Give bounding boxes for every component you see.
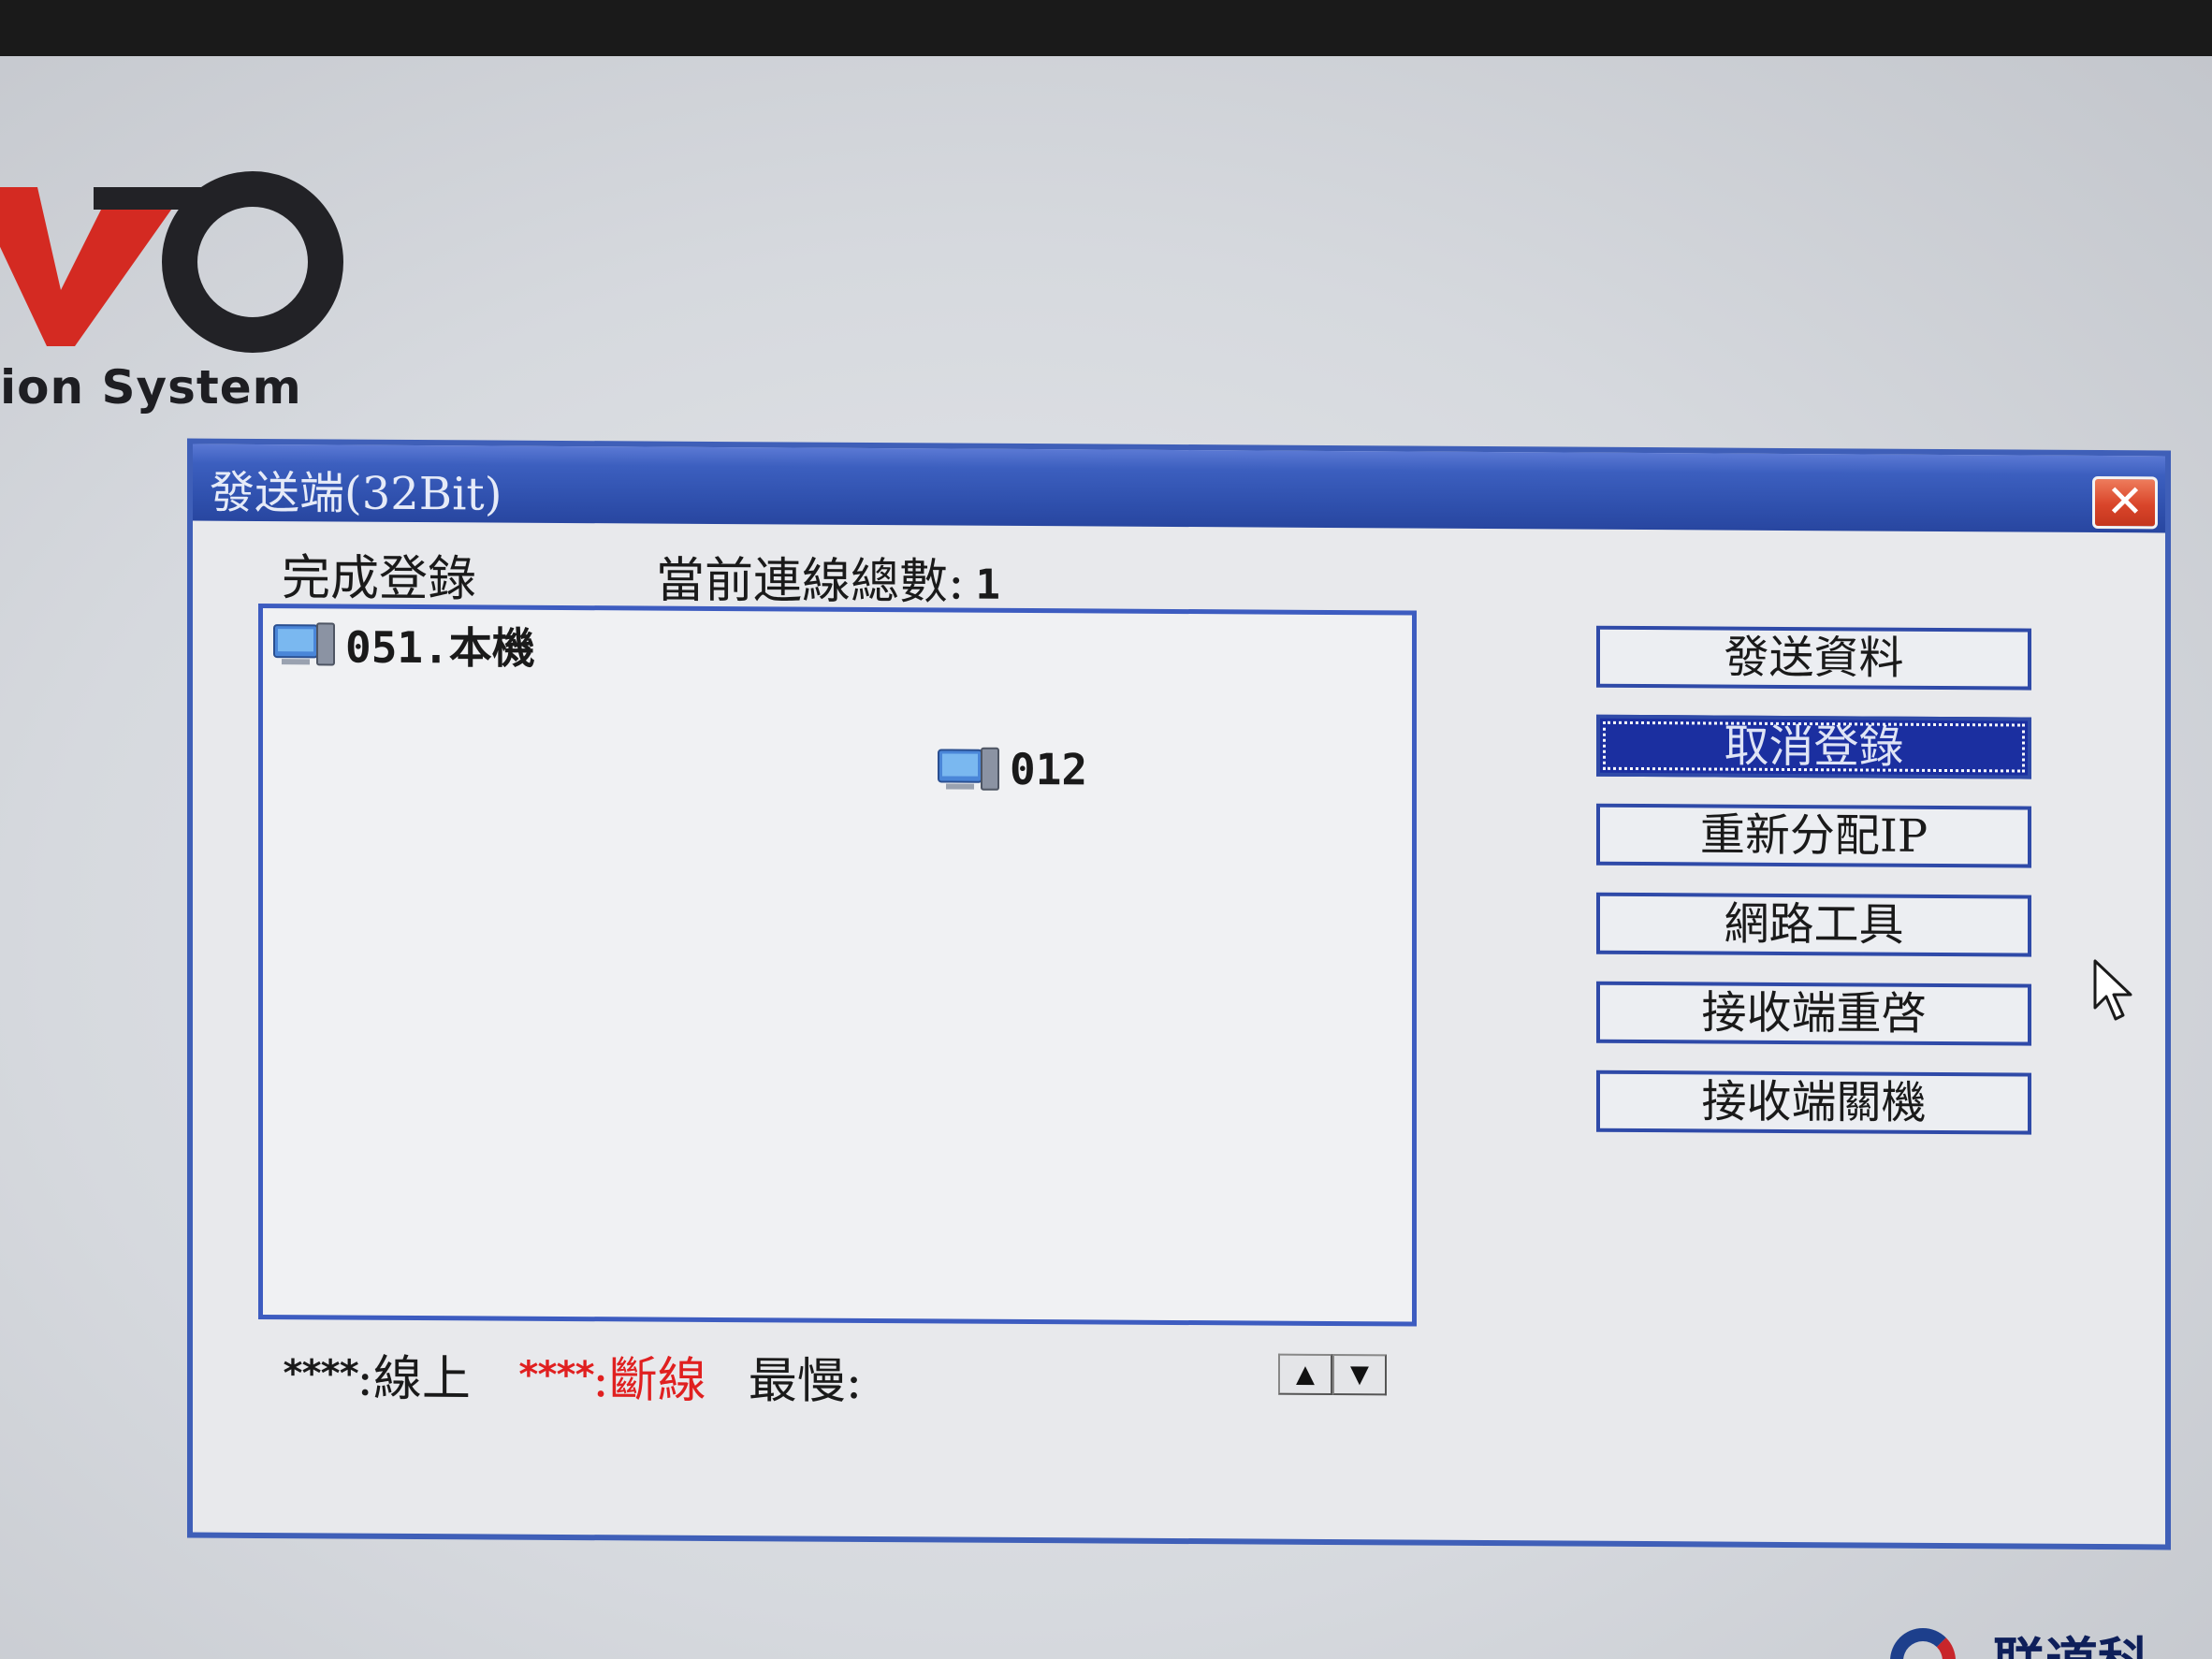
- spinner-up-button[interactable]: ▲: [1278, 1353, 1332, 1396]
- offline-label: :斷線: [592, 1352, 706, 1409]
- bottom-brand-logo: 联道科: [1881, 1609, 2212, 1659]
- computer-icon: [273, 622, 335, 666]
- desktop-background: ion System 联道科 發送端(32Bit) ✕ 完成登錄 當前連線總數:…: [0, 56, 2212, 1659]
- send-data-button[interactable]: 發送資料: [1596, 625, 2031, 691]
- close-button[interactable]: ✕: [2092, 475, 2158, 530]
- client-item[interactable]: 051.本機: [272, 613, 535, 677]
- connection-count-label: 當前連線總數:: [656, 552, 965, 611]
- network-tools-button[interactable]: 網路工具: [1596, 892, 2031, 957]
- online-label: :線上: [357, 1350, 471, 1408]
- reassign-ip-button[interactable]: 重新分配IP: [1596, 803, 2031, 868]
- spinner-down-button[interactable]: ▼: [1332, 1354, 1387, 1396]
- title-bar[interactable]: 發送端(32Bit) ✕: [193, 444, 2165, 533]
- window-title: 發送端(32Bit): [210, 466, 502, 521]
- bottom-brand-mark-icon: [1890, 1628, 1956, 1659]
- cancel-login-button[interactable]: 取消登錄: [1596, 714, 2031, 779]
- online-marker: ****: [282, 1351, 357, 1396]
- speed-spinner: ▲ ▼: [1278, 1353, 1387, 1396]
- sender-window: 發送端(32Bit) ✕ 完成登錄 當前連線總數: 1 051.本機 012 發…: [187, 438, 2171, 1550]
- action-buttons: 發送資料 取消登錄 重新分配IP 網路工具 接收端重啓 接收端關機: [1596, 625, 2036, 1162]
- brand-logo-icon: [0, 171, 343, 353]
- connection-count: 當前連線總數: 1: [656, 541, 1000, 613]
- status-legend: **** :線上 **** :斷線 最慢:: [282, 1338, 862, 1412]
- client-label: 051.本機: [345, 621, 535, 674]
- computer-icon: [938, 747, 999, 791]
- slowest-label: 最慢:: [748, 1353, 863, 1410]
- mouse-cursor-icon: [2093, 959, 2132, 1021]
- client-item[interactable]: 012: [937, 743, 1087, 794]
- brand-logo-text: ion System: [0, 360, 302, 415]
- client-label: 012: [1010, 743, 1088, 795]
- client-list[interactable]: 051.本機 012: [258, 603, 1417, 1327]
- shutdown-receivers-button[interactable]: 接收端關機: [1596, 1070, 2031, 1135]
- offline-marker: ****: [517, 1353, 593, 1397]
- connection-count-value: 1: [975, 560, 1001, 609]
- login-status: 完成登錄: [282, 550, 477, 608]
- bottom-brand-text: 联道科: [1993, 1621, 2150, 1659]
- restart-receivers-button[interactable]: 接收端重啓: [1596, 981, 2031, 1046]
